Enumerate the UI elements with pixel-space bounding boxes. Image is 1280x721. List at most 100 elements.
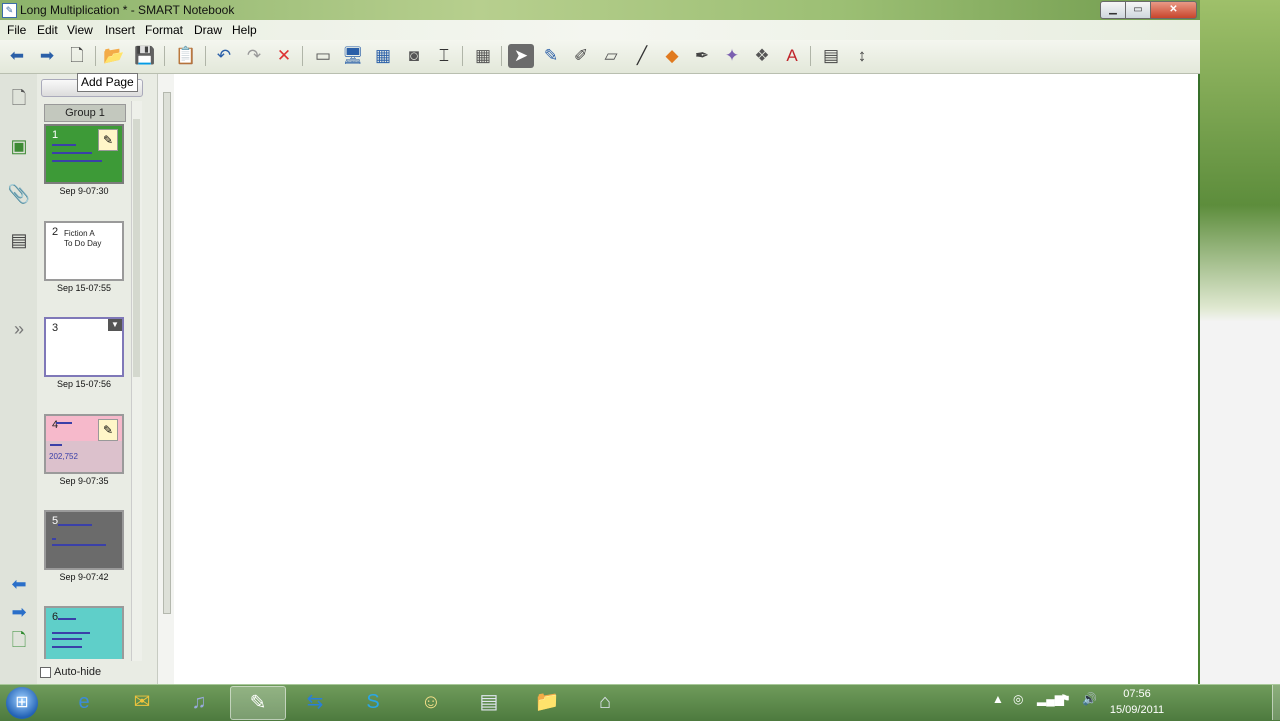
page-timestamp: Sep 9-07:30 bbox=[59, 186, 109, 196]
save-icon[interactable]: 💾 bbox=[132, 44, 158, 68]
panel-resize-divider[interactable] bbox=[157, 74, 175, 684]
menu-edit[interactable]: Edit bbox=[37, 23, 58, 37]
page-timestamp: Sep 9-07:42 bbox=[59, 572, 109, 582]
maximize-button[interactable]: ▭ bbox=[1125, 1, 1151, 19]
action-center-icon[interactable]: ⚑ bbox=[1060, 692, 1071, 706]
shape-icon[interactable]: ◆ bbox=[659, 44, 685, 68]
page-thumbnail-5[interactable]: 5 bbox=[44, 510, 124, 570]
redo-icon[interactable]: ↷ bbox=[241, 44, 267, 68]
page-timestamp: Sep 15-07:55 bbox=[56, 283, 112, 293]
teamviewer-icon[interactable]: ⇆ bbox=[288, 686, 342, 718]
page-thumbnail-2[interactable]: 2 Fiction A To Do Day bbox=[44, 221, 124, 281]
magic-pen-icon[interactable]: ✒ bbox=[689, 44, 715, 68]
page-thumbnail-6[interactable]: 6 bbox=[44, 606, 124, 659]
magic-wand-icon[interactable]: ✦ bbox=[719, 44, 745, 68]
move-toolbar-icon[interactable]: ↕ bbox=[849, 44, 875, 68]
window-title: Long Multiplication * - SMART Notebook bbox=[20, 3, 235, 17]
notebook-page-canvas[interactable] bbox=[174, 74, 1198, 684]
thumbnail-line bbox=[56, 422, 72, 424]
expand-sidebar-icon[interactable]: » bbox=[6, 315, 32, 343]
menu-help[interactable]: Help bbox=[232, 23, 257, 37]
screen-capture-icon[interactable]: ◙ bbox=[401, 44, 427, 68]
menu-insert[interactable]: Insert bbox=[105, 23, 135, 37]
title-bar[interactable]: ✎ Long Multiplication * - SMART Notebook… bbox=[0, 0, 1200, 20]
menu-draw[interactable]: Draw bbox=[194, 23, 222, 37]
next-page-icon[interactable]: ➡ bbox=[6, 598, 32, 626]
thumbnail-line bbox=[52, 152, 92, 154]
text-icon[interactable]: A bbox=[779, 44, 805, 68]
toolbar-separator bbox=[302, 46, 303, 66]
open-icon[interactable]: 📂 bbox=[101, 44, 127, 68]
smart-notebook-icon: ✎ bbox=[2, 3, 17, 18]
add-page-icon[interactable]: 🗋 bbox=[64, 44, 90, 68]
outlook-icon[interactable]: ✉ bbox=[115, 686, 169, 718]
auto-hide-label: Auto-hide bbox=[54, 666, 102, 678]
pen-icon[interactable]: ✎ bbox=[538, 44, 564, 68]
previous-page-icon[interactable]: ⬅ bbox=[6, 570, 32, 598]
properties-icon[interactable]: ▤ bbox=[818, 44, 844, 68]
page-thumbnail-4[interactable]: 4 202,752 ✎ bbox=[44, 414, 124, 474]
gallery-tab-icon[interactable]: ▣ bbox=[6, 132, 32, 160]
sorter-scroll-thumb[interactable] bbox=[133, 119, 140, 377]
delete-icon[interactable]: ✕ bbox=[271, 44, 297, 68]
itunes-icon[interactable]: ♫ bbox=[172, 686, 226, 718]
select-icon[interactable]: ➤ bbox=[508, 44, 534, 68]
auto-hide-checkbox[interactable] bbox=[40, 666, 51, 678]
volume-icon[interactable]: 🔊 bbox=[1082, 692, 1097, 706]
divider-grip[interactable] bbox=[163, 92, 171, 614]
table-icon[interactable]: ▦ bbox=[470, 44, 496, 68]
handwriting-line-2: To Do Day bbox=[64, 239, 102, 248]
creative-pen-icon[interactable]: ✐ bbox=[568, 44, 594, 68]
menu-file[interactable]: File bbox=[7, 23, 26, 37]
clock-date[interactable]: 15/09/2011 bbox=[1104, 704, 1170, 716]
full-screen-icon[interactable]: 🖥 bbox=[340, 44, 366, 68]
line-icon[interactable]: ╱ bbox=[629, 44, 655, 68]
menu-view[interactable]: View bbox=[67, 23, 93, 37]
properties-tab-icon[interactable]: ▤ bbox=[6, 226, 32, 254]
attachments-tab-icon[interactable]: 📎 bbox=[6, 180, 32, 208]
tray-app-icon[interactable]: ◎ bbox=[1013, 692, 1023, 706]
clipart-image-icon: ✎ bbox=[98, 129, 118, 151]
page-number: 1 bbox=[52, 129, 59, 141]
tooltip-add-page: Add Page bbox=[77, 73, 138, 92]
text-toolbar-icon[interactable]: ⌶ bbox=[431, 44, 457, 68]
forward-arrow-icon[interactable]: ➡ bbox=[34, 44, 60, 68]
internet-explorer-icon[interactable]: e bbox=[57, 686, 111, 718]
dual-page-icon[interactable]: ▦ bbox=[370, 44, 396, 68]
group-header[interactable]: Group 1 bbox=[44, 104, 126, 122]
start-button[interactable]: ⊞ bbox=[6, 687, 38, 719]
messenger-icon[interactable]: ☺ bbox=[404, 686, 458, 718]
toolbar-separator bbox=[95, 46, 96, 66]
toolbar-separator bbox=[205, 46, 206, 66]
clock-time[interactable]: 07:56 bbox=[1112, 688, 1162, 700]
network-icon[interactable]: ⌂ bbox=[578, 686, 632, 718]
toolbar-separator bbox=[810, 46, 811, 66]
eraser-icon[interactable]: ▱ bbox=[598, 44, 624, 68]
desktop-background-right bbox=[1200, 0, 1280, 684]
page-number: 6 bbox=[52, 611, 59, 623]
page-number: 3 bbox=[52, 322, 59, 334]
page-sorter-tab-icon[interactable]: 🗋 bbox=[6, 84, 32, 112]
show-hidden-icons-icon[interactable]: ▲ bbox=[992, 692, 1004, 706]
undo-icon[interactable]: ↶ bbox=[211, 44, 237, 68]
windows-explorer-icon[interactable]: 📁 bbox=[520, 686, 574, 718]
sorter-scrollbar[interactable] bbox=[131, 101, 142, 661]
skype-icon[interactable]: S bbox=[346, 686, 400, 718]
add-page-side-icon[interactable]: 🗋 bbox=[6, 626, 32, 654]
back-arrow-icon[interactable]: ⬅ bbox=[4, 44, 30, 68]
page-thumbnail-1[interactable]: 1 ✎ bbox=[44, 124, 124, 184]
show-desktop-button[interactable] bbox=[1272, 685, 1280, 720]
close-button[interactable]: ✕ bbox=[1150, 1, 1197, 19]
minimize-button[interactable]: ▁ bbox=[1100, 1, 1126, 19]
video-icon[interactable]: ▤ bbox=[462, 686, 516, 718]
menu-format[interactable]: Format bbox=[145, 23, 183, 37]
auto-hide-option[interactable]: Auto-hide bbox=[40, 666, 101, 678]
screen-shade-icon[interactable]: ▭ bbox=[310, 44, 336, 68]
smart-notebook-icon[interactable]: ✎ bbox=[230, 686, 286, 720]
page-menu-dropdown-icon[interactable]: ▼ bbox=[108, 319, 122, 331]
toolbar-separator bbox=[501, 46, 502, 66]
handwriting-line-1: Fiction A bbox=[64, 229, 95, 238]
page-thumbnail-3[interactable]: 3 ▼ bbox=[44, 317, 124, 377]
paste-icon[interactable]: 📋 bbox=[173, 44, 199, 68]
fill-icon[interactable]: ❖ bbox=[749, 44, 775, 68]
